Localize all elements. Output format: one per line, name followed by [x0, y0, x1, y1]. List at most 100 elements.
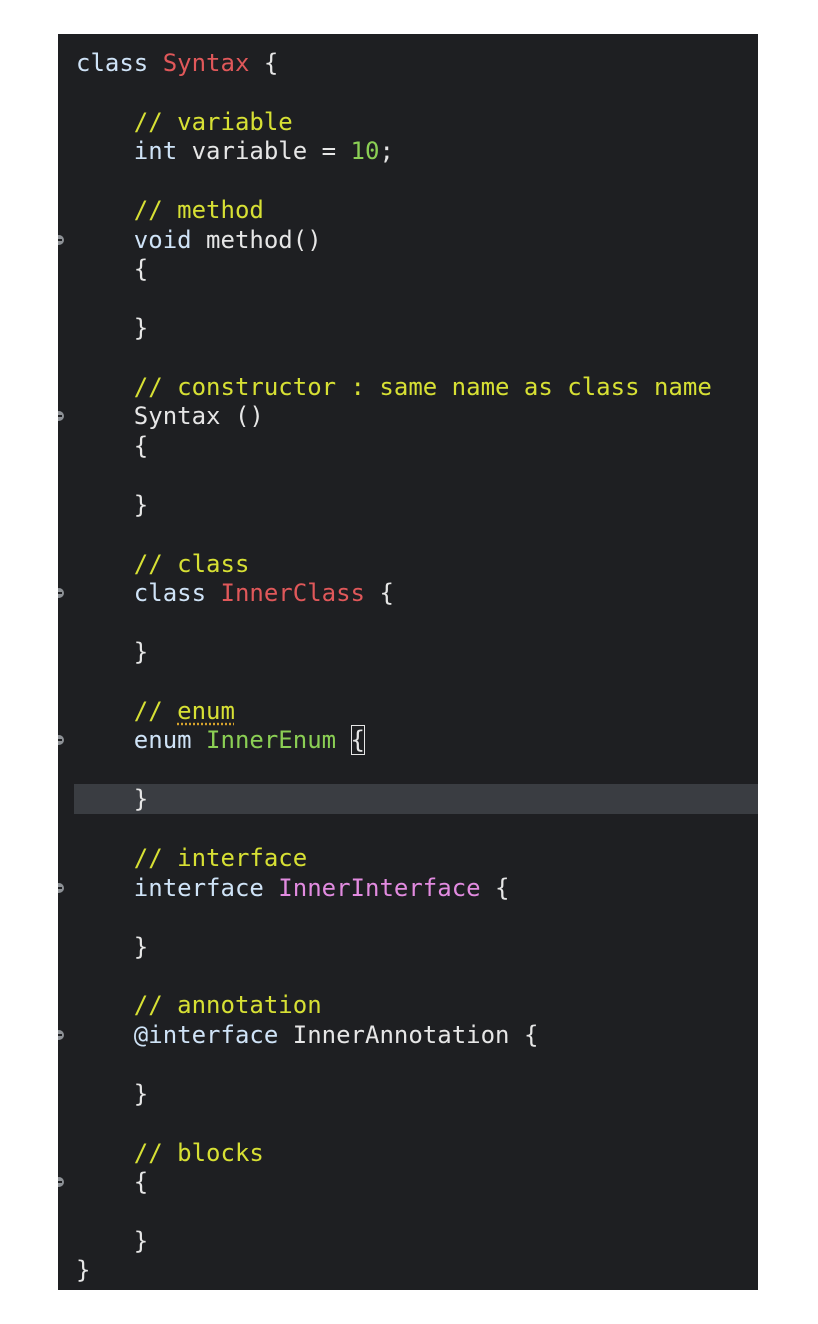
fold-marker-icon[interactable] — [58, 411, 64, 422]
code-line[interactable] — [58, 519, 758, 549]
code-line[interactable]: // blocks — [58, 1138, 758, 1168]
code-line[interactable]: int variable = 10; — [58, 136, 758, 166]
code-token: { — [133, 431, 149, 460]
code-text: { — [76, 254, 148, 284]
code-token: InnerAnnotation { — [292, 1020, 539, 1049]
code-line[interactable]: } — [58, 637, 758, 667]
code-token: InnerClass — [220, 579, 366, 608]
code-text: { — [76, 1167, 148, 1197]
code-token: ; — [379, 137, 394, 166]
code-token: { — [350, 725, 365, 756]
code-line[interactable] — [58, 166, 758, 196]
code-token: // class — [133, 549, 250, 578]
code-token: { — [365, 579, 394, 608]
fold-marker-icon[interactable] — [58, 234, 64, 245]
code-token: variable = — [191, 137, 351, 166]
fold-marker-icon[interactable] — [58, 1029, 64, 1040]
code-token: class — [133, 579, 221, 608]
code-line[interactable]: // class — [58, 549, 758, 579]
code-text: // variable — [76, 107, 293, 137]
code-line[interactable]: // variable — [58, 107, 758, 137]
code-line[interactable] — [58, 755, 758, 785]
code-line[interactable]: } — [58, 1226, 758, 1256]
code-token: // interface — [133, 844, 308, 873]
code-line[interactable]: enum InnerEnum { — [58, 725, 758, 756]
fold-marker-icon[interactable] — [58, 1177, 64, 1188]
code-line[interactable]: } — [58, 1079, 758, 1109]
code-line[interactable] — [58, 666, 758, 696]
code-token: { — [249, 49, 279, 77]
code-line[interactable]: { — [58, 254, 758, 284]
code-text: interface InnerInterface { — [76, 873, 510, 903]
code-token: } — [133, 490, 149, 519]
code-token: } — [133, 638, 149, 666]
code-line[interactable]: // method — [58, 195, 758, 225]
code-text: // enum — [76, 696, 235, 726]
code-line[interactable] — [58, 1049, 758, 1079]
fold-marker-icon[interactable] — [58, 882, 64, 893]
code-text: { — [76, 431, 148, 461]
code-line[interactable]: void method() — [58, 225, 758, 255]
code-line[interactable]: } — [58, 932, 758, 962]
code-token: Syntax () — [133, 402, 264, 431]
code-line[interactable]: { — [58, 1167, 758, 1197]
code-line[interactable] — [58, 961, 758, 991]
code-line[interactable]: } — [58, 313, 758, 343]
code-line[interactable] — [58, 77, 758, 107]
fold-marker-icon[interactable] — [58, 588, 64, 599]
code-line[interactable]: { — [58, 431, 758, 461]
code-line[interactable]: interface InnerInterface { — [58, 873, 758, 903]
code-text: enum InnerEnum { — [76, 725, 365, 756]
code-text: } — [76, 637, 148, 667]
code-token: enum — [133, 726, 207, 755]
code-line[interactable] — [58, 343, 758, 373]
code-line[interactable] — [58, 608, 758, 638]
code-token: } — [133, 1227, 149, 1255]
code-line[interactable] — [58, 1108, 758, 1138]
code-line[interactable] — [58, 814, 758, 844]
code-line[interactable]: // constructor : same name as class name — [58, 372, 758, 402]
code-token: { — [133, 255, 149, 284]
code-token: @interface — [133, 1020, 293, 1049]
code-line[interactable] — [58, 284, 758, 314]
code-line[interactable]: Syntax () — [58, 401, 758, 431]
code-line[interactable] — [58, 460, 758, 490]
code-line[interactable]: } — [58, 490, 758, 520]
code-text: } — [76, 1079, 148, 1109]
code-line[interactable]: // annotation — [58, 990, 758, 1020]
code-editor[interactable]: class Syntax { // variable int variable … — [58, 34, 758, 1290]
code-text: Syntax () — [76, 401, 264, 431]
code-token: // annotation — [133, 991, 322, 1020]
code-line-current[interactable]: } — [74, 784, 758, 815]
code-token: { — [480, 873, 510, 902]
code-token: method() — [206, 225, 322, 254]
code-line[interactable]: class InnerClass { — [58, 578, 758, 608]
code-line[interactable]: class Syntax { — [58, 48, 758, 78]
code-line[interactable]: @interface InnerAnnotation { — [58, 1020, 758, 1050]
code-token: // — [133, 696, 178, 725]
code-token: } — [133, 1079, 149, 1108]
code-text: // constructor : same name as class name — [76, 372, 712, 402]
code-line[interactable]: } — [58, 1255, 758, 1285]
code-line[interactable]: // interface — [58, 843, 758, 873]
fold-marker-icon[interactable] — [58, 735, 64, 746]
code-token: // blocks — [133, 1138, 264, 1167]
code-text: // class — [76, 549, 250, 579]
code-line[interactable] — [58, 1197, 758, 1227]
code-line[interactable]: // enum — [58, 696, 758, 726]
code-token: 10 — [350, 137, 380, 166]
code-line[interactable] — [58, 902, 758, 932]
